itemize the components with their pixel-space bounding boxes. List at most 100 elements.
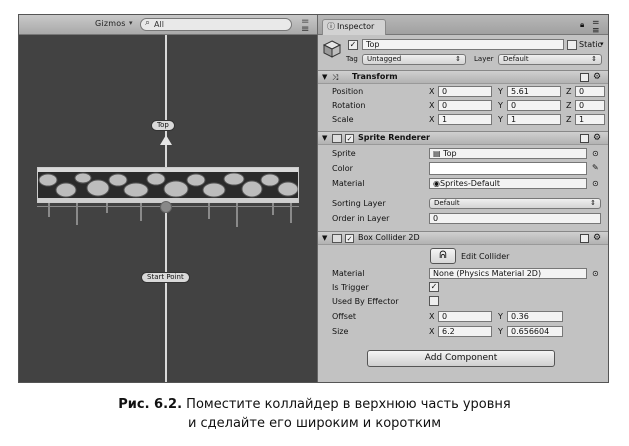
object-name-field[interactable]: Top	[362, 39, 564, 50]
move-gizmo-up-arrow[interactable]	[160, 135, 172, 145]
info-icon: ⓘ	[327, 22, 335, 31]
chevron-down-icon[interactable]: ▾	[600, 40, 604, 48]
add-component-button[interactable]: Add Component	[367, 350, 555, 367]
axis-x-label: X	[429, 115, 435, 124]
used-by-effector-label: Used By Effector	[332, 297, 399, 306]
sprite-renderer-icon	[332, 134, 342, 143]
chevron-down-icon[interactable]: ▾	[129, 19, 133, 27]
scene-toolbar: Gizmos ▾ ⌕ All = ≡	[19, 15, 317, 35]
position-x-field[interactable]: 0	[438, 86, 492, 97]
gear-icon[interactable]: ⚙	[593, 233, 601, 243]
collapse-arrow-icon[interactable]: ▼	[322, 234, 327, 242]
object-picker-icon[interactable]: ⊙	[592, 149, 599, 158]
static-label: Static	[579, 40, 602, 49]
gameobject-cube-icon	[322, 40, 342, 58]
caption-line-2: и сделайте его широким и коротким	[187, 416, 442, 431]
edit-collider-icon: ᕱ	[439, 250, 447, 261]
tab-inspector[interactable]: ⓘ Inspector	[322, 19, 386, 35]
sorting-layer-value: Default	[434, 199, 460, 207]
scene-label-top[interactable]: Top	[151, 120, 175, 131]
help-book-icon[interactable]	[580, 134, 589, 143]
offset-x-field[interactable]: 0	[438, 311, 492, 322]
tag-dropdown-value: Untagged	[367, 55, 402, 63]
sprite-field-value: Top	[443, 149, 457, 158]
color-swatch[interactable]	[429, 162, 587, 175]
collapse-arrow-icon[interactable]: ▼	[322, 134, 327, 142]
move-gizmo-center-handle[interactable]	[160, 201, 172, 213]
rotation-x-field[interactable]: 0	[438, 100, 492, 111]
scene-label-start-point[interactable]: Start Point	[141, 272, 190, 283]
sprite-field[interactable]: ▤ Top	[429, 148, 587, 159]
sprite-thumbnail-icon: ▤	[433, 149, 441, 158]
scale-z-field[interactable]: 1	[575, 114, 605, 125]
box-collider-enabled-checkbox[interactable]: ✓	[345, 234, 354, 243]
tag-label: Tag	[346, 55, 358, 63]
eyedropper-icon[interactable]: ✎	[592, 163, 599, 172]
active-checkbox[interactable]: ✓	[348, 40, 358, 50]
figure-caption: Рис. 6.2. Поместите коллайдер в верхнюю …	[0, 395, 629, 433]
scale-y-field[interactable]: 1	[507, 114, 561, 125]
rotation-y-field[interactable]: 0	[507, 100, 561, 111]
axis-z-label: Z	[566, 87, 572, 96]
offset-label: Offset	[332, 312, 357, 321]
size-y-field[interactable]: 0.656604	[507, 326, 563, 337]
layer-dropdown[interactable]: Default ⇕	[498, 54, 602, 65]
box-collider-header[interactable]: ▼ ✓ Box Collider 2D ⚙	[318, 231, 608, 245]
sprite-renderer-title: Sprite Renderer	[358, 133, 430, 142]
size-x-field[interactable]: 6.2	[438, 326, 492, 337]
position-y-field[interactable]: 5.61	[507, 86, 561, 97]
scene-search-input[interactable]: ⌕ All	[140, 18, 292, 31]
scale-x-field[interactable]: 1	[438, 114, 492, 125]
help-book-icon[interactable]	[580, 73, 589, 82]
lock-icon[interactable]: 🔒︎	[580, 20, 584, 30]
dropdown-arrows-icon: ⇕	[590, 199, 596, 207]
axis-x-label: X	[429, 312, 435, 321]
dropdown-arrows-icon: ⇕	[591, 55, 597, 63]
static-checkbox[interactable]	[567, 40, 577, 50]
gizmos-dropdown[interactable]: Gizmos	[95, 19, 126, 28]
collapse-arrow-icon[interactable]: ▼	[322, 73, 327, 81]
tab-inspector-label: Inspector	[337, 22, 375, 31]
material-field-value: Sprites-Default	[439, 179, 500, 188]
edit-collider-button[interactable]: ᕱ	[430, 248, 456, 264]
axis-y-label: Y	[498, 312, 503, 321]
gear-icon[interactable]: ⚙	[593, 133, 601, 143]
top-platform-sprite[interactable]	[37, 167, 299, 203]
rotation-z-field[interactable]: 0	[575, 100, 605, 111]
rotation-label: Rotation	[332, 101, 366, 110]
order-in-layer-field[interactable]: 0	[429, 213, 601, 224]
sorting-layer-dropdown[interactable]: Default ⇕	[429, 198, 601, 209]
order-in-layer-label: Order in Layer	[332, 214, 390, 223]
material-sphere-icon: ◉	[433, 179, 440, 188]
transform-header[interactable]: ▼ ⤨ Transform ⚙	[318, 70, 608, 84]
transform-title: Transform	[352, 72, 398, 81]
position-label: Position	[332, 87, 364, 96]
scene-view[interactable]: Gizmos ▾ ⌕ All = ≡ Top Start Point	[19, 15, 317, 382]
offset-y-field[interactable]: 0.36	[507, 311, 563, 322]
axis-z-label: Z	[566, 115, 572, 124]
panel-menu-icon[interactable]: = ≡	[592, 19, 600, 36]
axis-y-label: Y	[498, 327, 503, 336]
used-by-effector-checkbox[interactable]	[429, 296, 439, 306]
help-book-icon[interactable]	[580, 234, 589, 243]
is-trigger-checkbox[interactable]: ✓	[429, 282, 439, 292]
axis-y-label: Y	[498, 87, 503, 96]
collider-material-field[interactable]: None (Physics Material 2D)	[429, 268, 587, 279]
object-picker-icon[interactable]: ⊙	[592, 179, 599, 188]
edit-collider-label: Edit Collider	[461, 252, 510, 261]
object-picker-icon[interactable]: ⊙	[592, 269, 599, 278]
sprite-renderer-header[interactable]: ▼ ✓ Sprite Renderer ⚙	[318, 131, 608, 145]
material-field[interactable]: ◉Sprites-Default	[429, 178, 587, 189]
axis-x-label: X	[429, 101, 435, 110]
position-z-field[interactable]: 0	[575, 86, 605, 97]
sprite-renderer-enabled-checkbox[interactable]: ✓	[345, 134, 354, 143]
search-icon: ⌕	[145, 18, 151, 28]
gear-icon[interactable]: ⚙	[593, 72, 601, 82]
inspector-header: ⓘ Inspector 🔒︎ = ≡	[318, 15, 608, 36]
tag-dropdown[interactable]: Untagged ⇕	[362, 54, 466, 65]
sprite-label: Sprite	[332, 149, 356, 158]
axis-y-label: Y	[498, 101, 503, 110]
layer-dropdown-value: Default	[503, 55, 529, 63]
search-placeholder: All	[154, 20, 164, 29]
panel-menu-icon[interactable]: = ≡	[301, 17, 309, 35]
